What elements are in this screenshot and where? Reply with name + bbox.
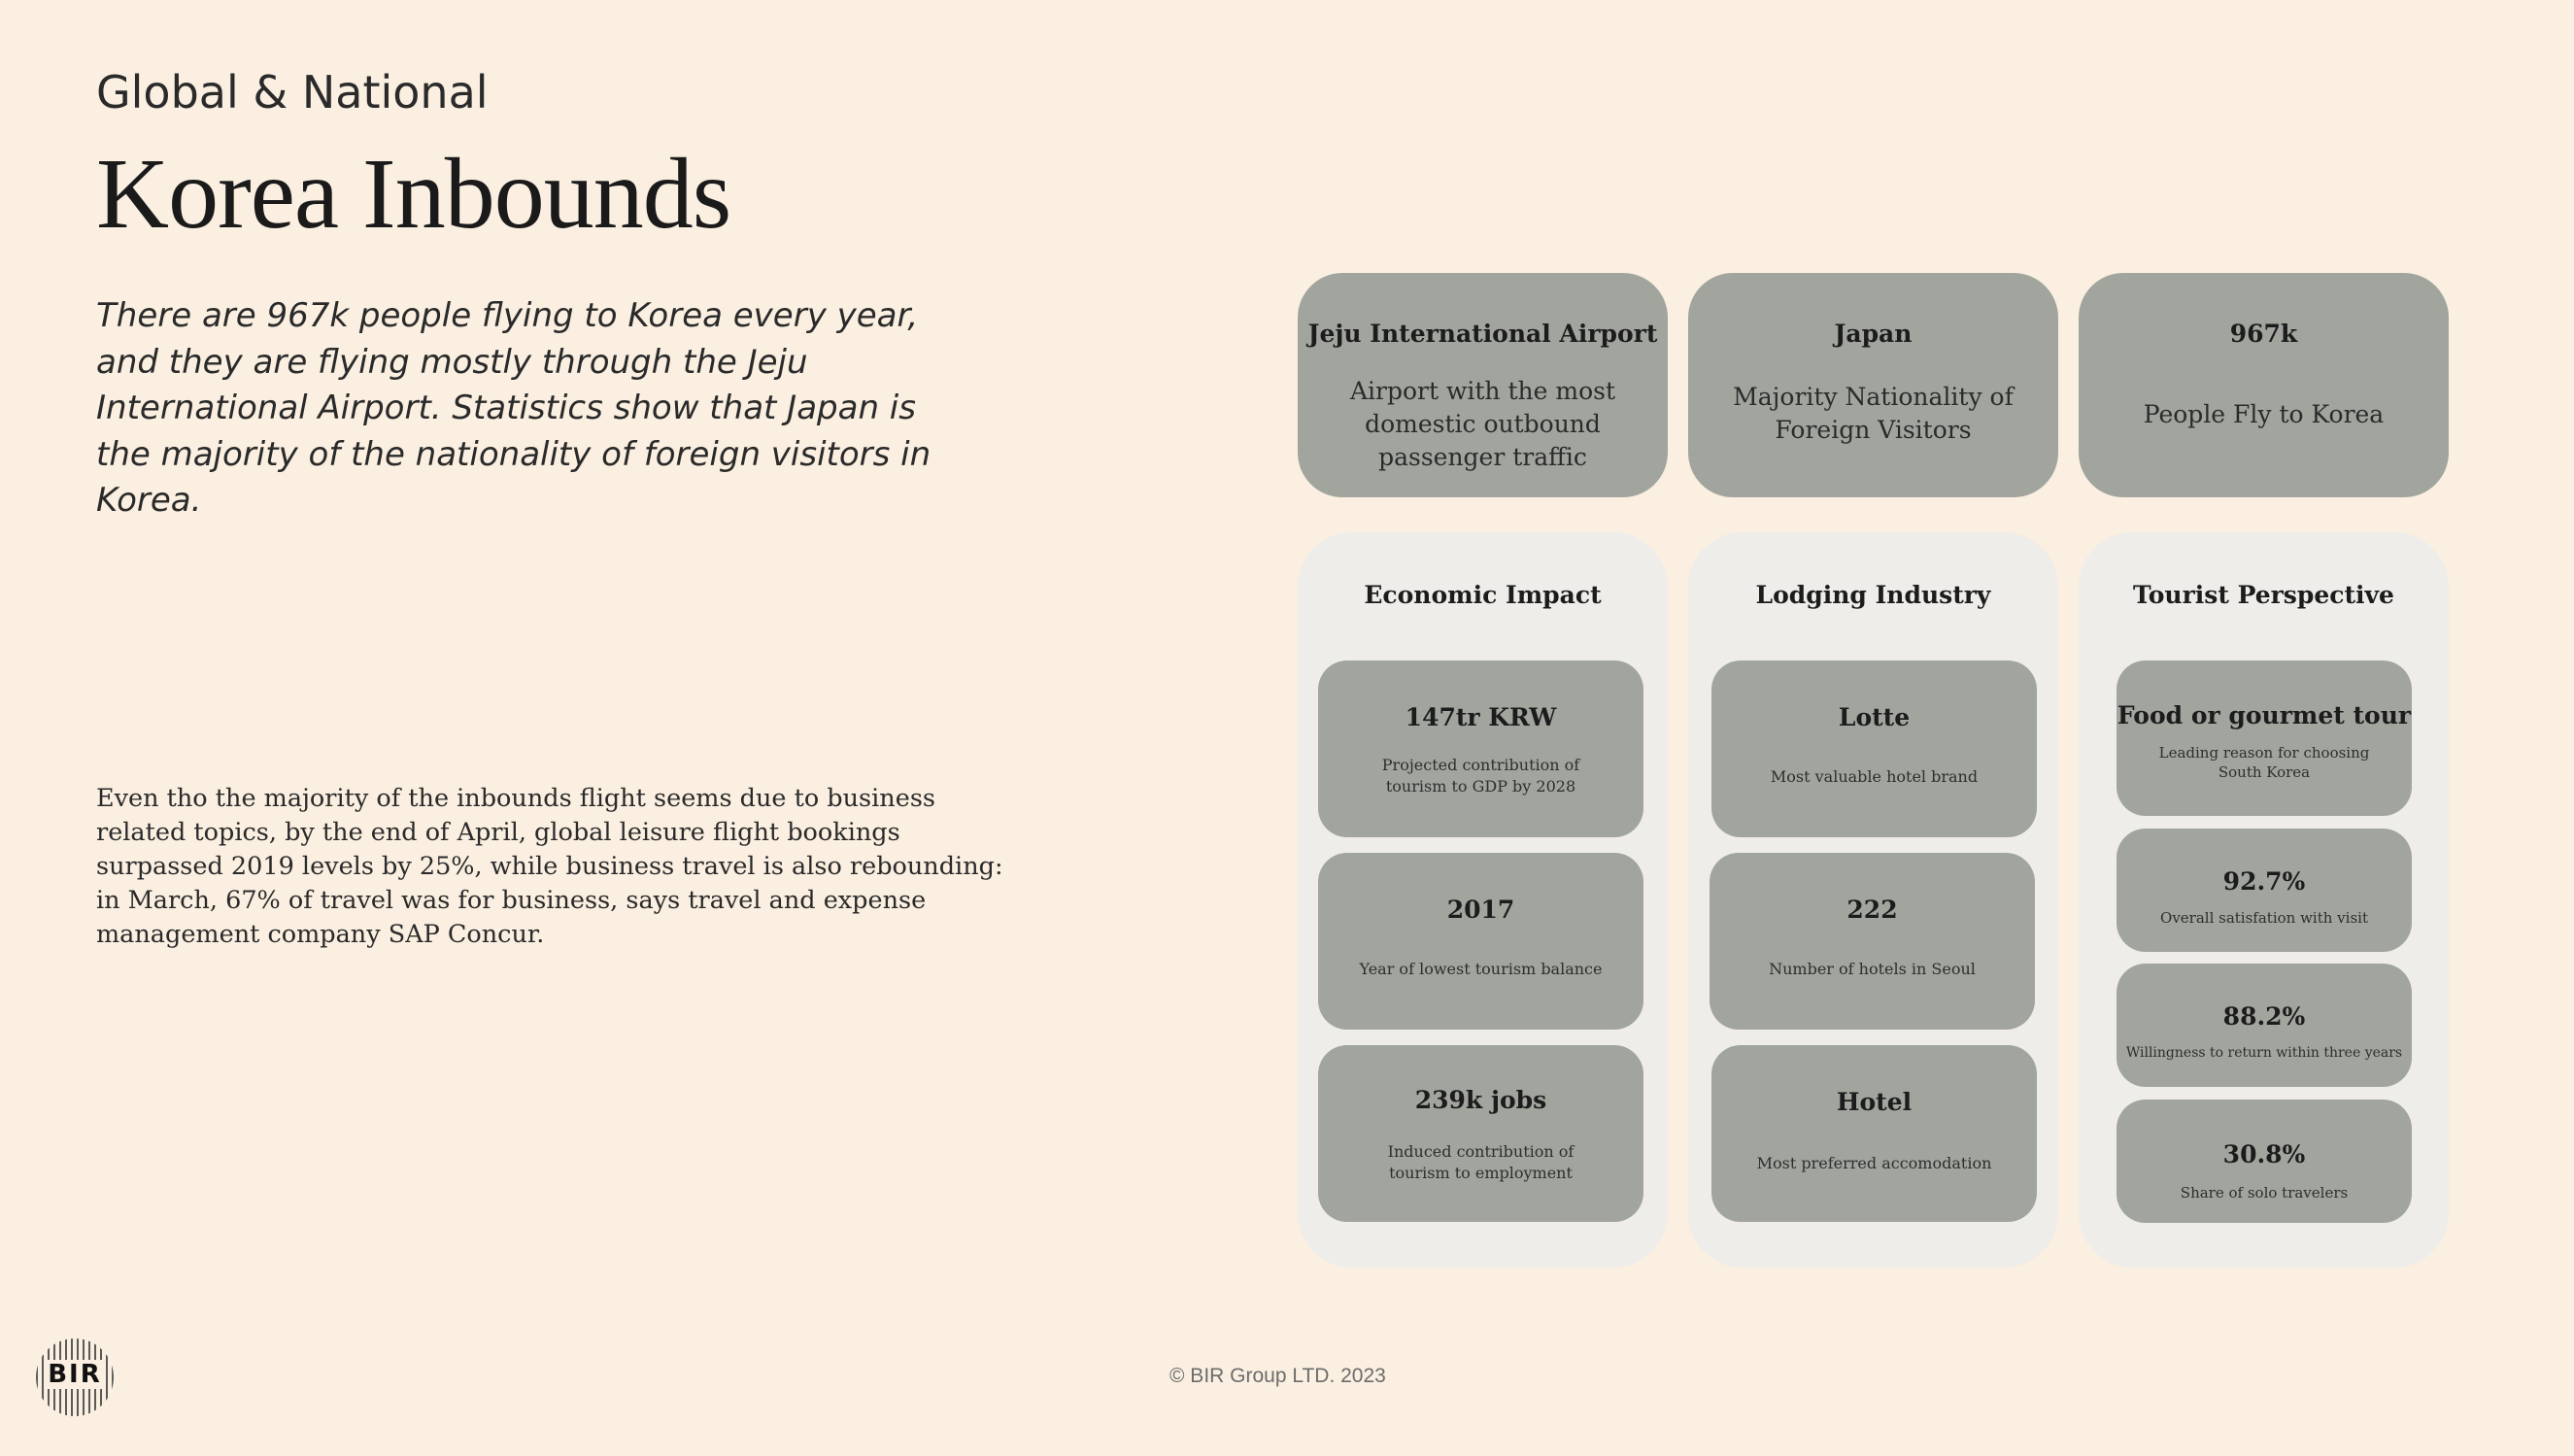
lead-paragraph: There are 967k people flying to Korea ev… xyxy=(96,296,931,520)
stat-card: Lotte Most valuable hotel brand xyxy=(1711,660,2037,837)
stat-label: Year of lowest tourism balance xyxy=(1359,960,1603,978)
stat-value: Hotel xyxy=(1836,1088,1913,1116)
stat-value: 30.8% xyxy=(2222,1140,2306,1168)
stat-card: 88.2% Willingness to return within three… xyxy=(2117,964,2412,1087)
column-economic-impact: Economic Impact 147tr KRW Projected cont… xyxy=(1298,532,1668,1268)
stat-label: Most preferred accomodation xyxy=(1756,1154,1992,1172)
top-card-title: 967k xyxy=(2229,320,2298,348)
stat-card: 30.8% Share of solo travelers xyxy=(2117,1100,2412,1223)
column-title: Tourist Perspective xyxy=(2133,581,2394,609)
stat-value: 239k jobs xyxy=(1414,1086,1547,1114)
eyebrow-heading: Global & National xyxy=(96,66,489,119)
stat-card: Hotel Most preferred accomodation xyxy=(1711,1045,2037,1222)
stat-value: 2017 xyxy=(1446,896,1515,924)
top-card-airport: Jeju International Airport Airport with … xyxy=(1298,273,1668,497)
stat-label: Projected contribution of tourism to GDP… xyxy=(1381,756,1580,796)
top-card-desc: People Fly to Korea xyxy=(2143,400,2385,428)
top-card-desc: Airport with the most domestic outbound … xyxy=(1349,377,1615,471)
stat-value: 88.2% xyxy=(2222,1002,2306,1031)
stat-value: 147tr KRW xyxy=(1405,703,1557,731)
column-tourist-perspective: Tourist Perspective Food or gourmet tour… xyxy=(2079,532,2449,1268)
top-card-title: Jeju International Airport xyxy=(1307,320,1658,348)
stat-card: 2017 Year of lowest tourism balance xyxy=(1318,853,1643,1030)
bir-logo: BIR xyxy=(36,1338,114,1416)
stat-label: Share of solo travelers xyxy=(2180,1184,2349,1202)
top-card-visitors: 967k People Fly to Korea xyxy=(2079,273,2449,497)
stat-card: 239k jobs Induced contribution of touris… xyxy=(1318,1045,1643,1222)
logo-text: BIR xyxy=(47,1360,103,1389)
stat-value: 222 xyxy=(1846,896,1898,924)
stat-label: Overall satisfation with visit xyxy=(2160,909,2368,927)
top-card-title: Japan xyxy=(1834,320,1913,348)
body-paragraph: Even tho the majority of the inbounds fl… xyxy=(96,784,1003,949)
column-title: Economic Impact xyxy=(1364,581,1602,609)
stat-label: Willingness to return within three years xyxy=(2125,1045,2403,1061)
copyright-text: © BIR Group LTD. 2023 xyxy=(1169,1365,1386,1387)
top-card-nationality: Japan Majority Nationality of Foreign Vi… xyxy=(1688,273,2058,497)
column-lodging-industry: Lodging Industry Lotte Most valuable hot… xyxy=(1688,532,2058,1268)
stat-label: Leading reason for choosing South Korea xyxy=(2158,744,2370,781)
stat-card: 147tr KRW Projected contribution of tour… xyxy=(1318,660,1643,837)
stat-value: Lotte xyxy=(1838,703,1911,731)
stat-value: 92.7% xyxy=(2222,867,2306,896)
stat-card: Food or gourmet tour Leading reason for … xyxy=(2117,660,2412,816)
stat-label: Most valuable hotel brand xyxy=(1770,767,1979,786)
stat-value: Food or gourmet tour xyxy=(2117,701,2412,729)
column-title: Lodging Industry xyxy=(1755,581,1991,609)
page-title: Korea Inbounds xyxy=(96,138,731,250)
stat-card: 92.7% Overall satisfation with visit xyxy=(2117,829,2412,952)
stat-label: Induced contribution of tourism to emplo… xyxy=(1387,1142,1575,1182)
stat-card: 222 Number of hotels in Seoul xyxy=(1710,853,2035,1030)
top-card-desc: Majority Nationality of Foreign Visitors xyxy=(1733,383,2014,444)
stat-label: Number of hotels in Seoul xyxy=(1769,960,1976,978)
